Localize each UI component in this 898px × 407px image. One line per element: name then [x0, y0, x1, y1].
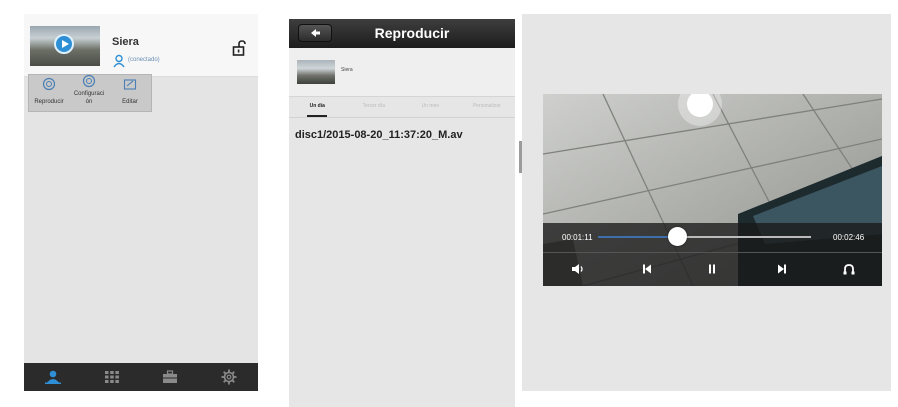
- page-title: Reproducir: [374, 25, 450, 41]
- play-overlay-icon[interactable]: [54, 34, 74, 54]
- menu-item-label: Editar: [122, 99, 138, 105]
- player-controls: [543, 223, 882, 286]
- video-player-screen: 00:01:11 00:02:46: [522, 14, 891, 391]
- menu-item-settings[interactable]: Configuraci ón: [69, 74, 109, 111]
- connection-status: (conectado): [128, 57, 160, 63]
- unlock-icon[interactable]: [232, 40, 246, 56]
- menu-item-edit[interactable]: Editar: [111, 75, 149, 111]
- tab-settings[interactable]: [200, 363, 259, 391]
- gear-icon: [221, 369, 237, 385]
- controls-divider: [543, 252, 882, 253]
- return-icon[interactable]: [842, 262, 856, 276]
- tab-third-day[interactable]: Tercer día: [346, 103, 403, 109]
- grid-icon: [104, 371, 119, 383]
- tab-one-month[interactable]: Un mes: [402, 103, 459, 109]
- bottom-tab-bar: [24, 363, 258, 391]
- playback-header: Reproducir: [289, 19, 515, 48]
- user-status-icon: [113, 54, 125, 68]
- tab-one-day[interactable]: Un día: [289, 103, 346, 109]
- next-icon[interactable]: [775, 262, 789, 276]
- device-name: Siera: [341, 67, 353, 73]
- tab-grid[interactable]: [83, 363, 142, 391]
- camera-list-screen: Siera (conectado) Reproducir Configuraci…: [24, 14, 258, 391]
- menu-item-label: Configuraci ón: [73, 91, 105, 105]
- tab-toolbox[interactable]: [141, 363, 200, 391]
- active-tab-indicator: [307, 115, 327, 117]
- current-time: 00:01:11: [562, 233, 593, 242]
- menu-item-label: Reproducir: [34, 99, 64, 105]
- menu-item-play[interactable]: Reproducir: [31, 75, 67, 111]
- total-time: 00:02:46: [833, 233, 865, 242]
- camera-card[interactable]: Siera (conectado): [24, 14, 258, 77]
- tab-devices[interactable]: [24, 363, 83, 391]
- volume-icon[interactable]: [571, 262, 585, 276]
- device-thumbnail: [297, 60, 335, 84]
- settings-circle-icon: [82, 74, 96, 88]
- device-row[interactable]: Siera: [289, 48, 515, 97]
- tab-custom[interactable]: Personalizar: [459, 103, 516, 109]
- seek-handle[interactable]: [668, 227, 687, 246]
- user-icon: [45, 370, 62, 384]
- camera-context-menu: Reproducir Configuraci ón Editar: [28, 74, 152, 112]
- camera-name: Siera: [112, 36, 139, 48]
- playback-screen: Reproducir Siera Un día Tercer día Un me…: [289, 19, 515, 407]
- toolbox-icon: [163, 370, 178, 383]
- seek-progress: [598, 236, 677, 238]
- edit-icon: [123, 79, 137, 90]
- camera-thumbnail[interactable]: [30, 26, 100, 66]
- recording-file-item[interactable]: disc1/2015-08-20_11:37:20_M.av: [295, 129, 463, 141]
- play-circle-icon: [42, 77, 56, 91]
- previous-icon[interactable]: [640, 262, 654, 276]
- pause-icon[interactable]: [705, 262, 719, 276]
